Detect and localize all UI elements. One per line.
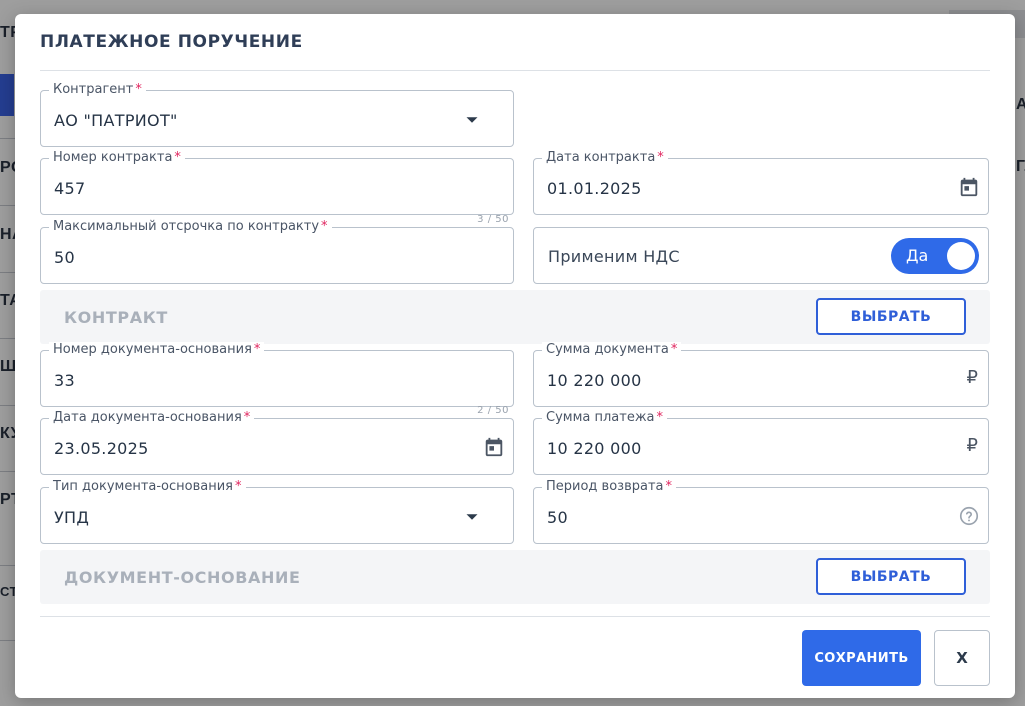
toggle-knob — [947, 242, 975, 270]
max-deferral-label: Максимальный отсрочка по контракту * — [49, 219, 332, 235]
base-document-section: ДОКУМЕНТ-ОСНОВАНИЕ ВЫБРАТЬ — [40, 550, 990, 604]
vat-toggle-field: Применим НДС Да — [533, 227, 989, 284]
payment-amount-value: 10 220 000 — [547, 439, 642, 458]
chevron-down-icon[interactable] — [461, 506, 483, 528]
required-mark: * — [656, 410, 664, 425]
return-period-value: 50 — [547, 508, 568, 527]
char-counter: 2 / 50 — [477, 405, 509, 416]
payment-amount-label-text: Сумма платежа — [546, 410, 655, 425]
max-deferral-field[interactable]: Максимальный отсрочка по контракту * 3 / … — [40, 214, 514, 284]
payment-order-dialog: ПЛАТЕЖНОЕ ПОРУЧЕНИЕ Контрагент * АО "ПАТР… — [15, 14, 1015, 698]
doc-date-label-text: Дата документа-основания — [53, 410, 242, 425]
doc-type-select[interactable]: Тип документа-основания * УПД — [40, 479, 514, 544]
counterparty-value: АО "ПАТРИОТ" — [54, 111, 178, 130]
required-mark: * — [135, 82, 142, 97]
doc-number-label-text: Номер документа-основания — [53, 342, 252, 357]
base-document-section-label: ДОКУМЕНТ-ОСНОВАНИЕ — [64, 568, 301, 587]
vat-toggle[interactable]: Да — [891, 238, 979, 274]
counterparty-label: Контрагент * — [49, 82, 146, 98]
required-mark: * — [321, 219, 328, 234]
contract-number-label-text: Номер контракта — [53, 150, 173, 165]
counterparty-label-text: Контрагент — [53, 82, 134, 97]
max-deferral-value: 50 — [54, 248, 75, 267]
ruble-icon: ₽ — [966, 367, 978, 388]
contract-number-value: 457 — [54, 179, 86, 198]
required-mark: * — [657, 150, 664, 165]
return-period-label-text: Период возврата — [546, 479, 664, 494]
ruble-icon: ₽ — [966, 435, 978, 456]
help-circle-icon[interactable] — [958, 505, 980, 527]
doc-amount-value: 10 220 000 — [547, 371, 642, 390]
doc-amount-label-text: Сумма документа — [546, 342, 669, 357]
doc-type-value: УПД — [54, 508, 90, 527]
contract-date-value: 01.01.2025 — [547, 179, 642, 198]
calendar-icon[interactable] — [483, 436, 505, 458]
required-mark: * — [253, 342, 261, 357]
doc-type-label: Тип документа-основания * — [49, 479, 246, 495]
doc-amount-label: Сумма документа * — [542, 342, 682, 358]
payment-amount-field[interactable]: Сумма платежа * 10 220 000 ₽ — [533, 410, 989, 475]
char-counter: 3 / 50 — [477, 214, 509, 225]
required-mark: * — [665, 479, 673, 494]
chevron-down-icon[interactable] — [461, 109, 483, 131]
doc-date-value: 23.05.2025 — [54, 439, 149, 458]
contract-date-field[interactable]: Дата контракта * 01.01.2025 — [533, 150, 989, 215]
vat-toggle-text: Да — [906, 246, 929, 265]
contract-number-label: Номер контракта * — [49, 150, 185, 166]
contract-section: КОНТРАКТ ВЫБРАТЬ — [40, 290, 990, 344]
required-mark: * — [235, 479, 242, 494]
doc-date-field[interactable]: Дата документа-основания * 2 / 50 23.05.2… — [40, 405, 514, 475]
contract-number-field[interactable]: Номер контракта * 457 — [40, 150, 514, 215]
counterparty-select[interactable]: Контрагент * АО "ПАТРИОТ" — [40, 82, 514, 147]
calendar-icon[interactable] — [958, 176, 980, 198]
doc-date-label: Дата документа-основания * — [49, 410, 255, 426]
contract-date-label: Дата контракта * — [542, 150, 668, 166]
title-divider — [40, 70, 990, 71]
doc-number-label: Номер документа-основания * — [49, 342, 265, 358]
return-period-label: Период возврата * — [542, 479, 676, 495]
return-period-field[interactable]: Период возврата * 50 — [533, 479, 989, 544]
doc-number-field[interactable]: Номер документа-основания * 33 — [40, 342, 514, 407]
required-mark: * — [670, 342, 678, 357]
contract-date-label-text: Дата контракта — [546, 150, 656, 165]
contract-section-label: КОНТРАКТ — [64, 308, 168, 327]
vat-label: Применим НДС — [548, 247, 680, 266]
select-contract-button[interactable]: ВЫБРАТЬ — [816, 298, 966, 335]
dialog-title: ПЛАТЕЖНОЕ ПОРУЧЕНИЕ — [40, 32, 303, 52]
doc-amount-field[interactable]: Сумма документа * 10 220 000 ₽ — [533, 342, 989, 407]
doc-type-label-text: Тип документа-основания — [53, 479, 233, 494]
payment-amount-label: Сумма платежа * — [542, 410, 668, 426]
doc-number-value: 33 — [54, 371, 75, 390]
max-deferral-label-text: Максимальный отсрочка по контракту — [53, 219, 320, 234]
required-mark: * — [243, 410, 251, 425]
required-mark: * — [174, 150, 181, 165]
footer-divider — [40, 616, 990, 617]
select-base-document-button[interactable]: ВЫБРАТЬ — [816, 558, 966, 595]
save-button[interactable]: СОХРАНИТЬ — [802, 630, 921, 686]
close-button[interactable]: X — [934, 630, 990, 686]
